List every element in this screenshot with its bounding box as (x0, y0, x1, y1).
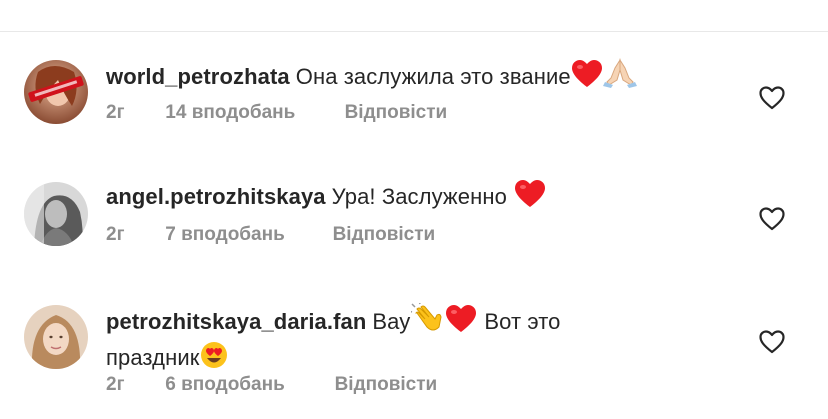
comment-time: 2г (106, 102, 125, 123)
likes-count[interactable]: 7 вподобань (165, 224, 327, 246)
likes-count[interactable]: 14 вподобань (165, 102, 339, 124)
comment-text: Ура! Заслуженно (331, 184, 507, 209)
like-heart-icon[interactable] (759, 207, 785, 231)
comment-text: Она заслужила это звание (295, 64, 571, 89)
top-divider (0, 31, 828, 32)
comment-username[interactable]: angel.petrozhitskaya (106, 184, 326, 209)
red-heart-emoji (446, 305, 477, 341)
reply-button[interactable]: Відповісти (345, 102, 448, 124)
comment-time: 2г (106, 224, 125, 245)
like-heart-icon[interactable] (759, 86, 785, 110)
reply-button[interactable]: Відповісти (333, 224, 436, 246)
reply-button[interactable]: Відповісти (335, 374, 438, 396)
avatar[interactable] (24, 182, 88, 246)
comment-username[interactable]: world_petrozhata (106, 64, 290, 89)
red-heart-emoji (514, 180, 545, 216)
comment-time: 2г (106, 374, 125, 395)
avatar[interactable] (24, 305, 88, 369)
comment-text-part2: Вот это (484, 309, 561, 334)
folded-hands-emoji (602, 58, 637, 96)
red-heart-emoji (571, 60, 602, 96)
likes-count[interactable]: 6 вподобань (165, 374, 329, 396)
heart-eyes-emoji (200, 341, 228, 377)
comment-username[interactable]: petrozhitskaya_daria.fan (106, 309, 366, 334)
avatar[interactable] (24, 60, 88, 124)
clapping-hands-emoji (409, 300, 445, 341)
comment-text-part1: Вау (372, 309, 411, 334)
like-heart-icon[interactable] (759, 330, 785, 354)
comment-text-line2: праздник (106, 345, 200, 370)
